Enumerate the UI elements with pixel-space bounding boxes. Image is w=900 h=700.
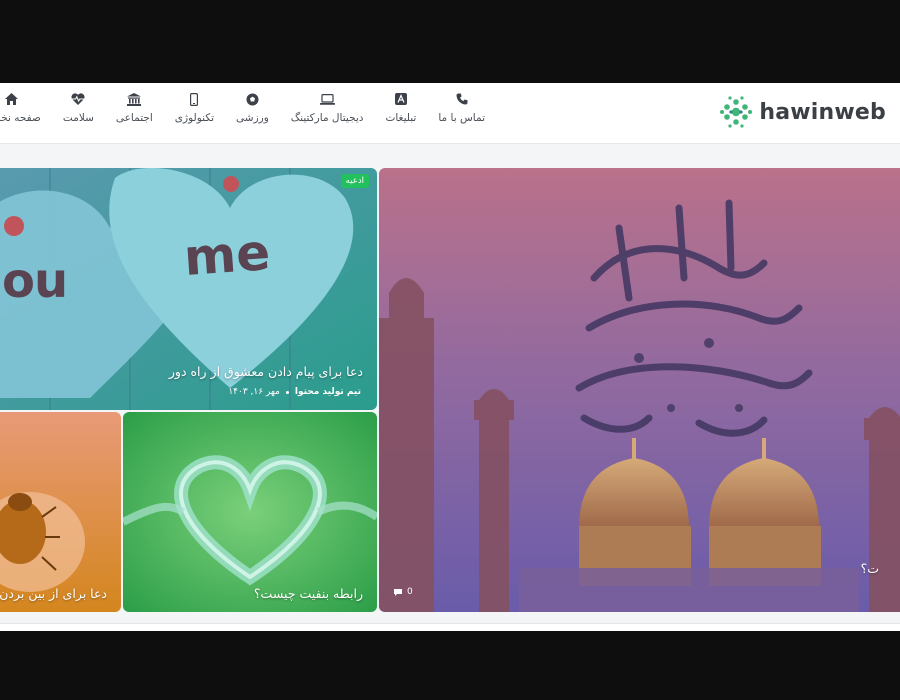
page: hawinweb صفحه نخست سلامت اجتماعی <box>0 83 900 631</box>
logo-dots-icon <box>720 96 753 128</box>
main-nav: صفحه نخست سلامت اجتماعی تکنولوژی <box>0 91 496 135</box>
nav-item-health[interactable]: سلامت <box>52 91 105 124</box>
featured-post-title[interactable]: ت؟ <box>861 561 879 576</box>
nav-item-sports[interactable]: ورزشی <box>225 91 280 124</box>
post-date: مهر ۱۶, ۱۴۰۳ <box>228 387 280 397</box>
featured-post-card[interactable]: ت؟ 0 <box>379 168 900 612</box>
nav-item-home[interactable]: صفحه نخست <box>0 91 52 124</box>
site-header: hawinweb صفحه نخست سلامت اجتماعی <box>0 83 900 144</box>
water-heart-image <box>123 412 377 612</box>
ad-icon <box>394 91 407 107</box>
bottom-left-post-title[interactable]: دعا برای از بین بردن سا <box>0 586 107 601</box>
institution-icon <box>127 91 142 107</box>
nav-label: اجتماعی <box>115 112 153 124</box>
football-icon <box>246 91 259 107</box>
logo-text: hawinweb <box>759 99 886 125</box>
content-bottom-strip <box>0 623 900 631</box>
nav-item-ads[interactable]: تبلیغات <box>374 91 427 124</box>
nav-label: تبلیغات <box>385 112 417 124</box>
heartbeat-icon <box>71 91 85 107</box>
heart-left-text: ou <box>2 253 68 309</box>
nav-label: صفحه نخست <box>0 112 41 124</box>
top-post-card[interactable]: ou me ادعیه دعا برای پیام دادن معشوق از … <box>0 168 377 410</box>
nav-label: دیجیتال مارکتینگ <box>290 112 364 124</box>
laptop-icon <box>319 91 335 107</box>
site-logo[interactable]: hawinweb <box>719 95 886 129</box>
bottom-left-post-card[interactable]: دعا برای از بین بردن سا <box>0 412 121 612</box>
meta-separator <box>285 390 289 394</box>
comments-icon <box>394 588 402 596</box>
nav-item-digital-marketing[interactable]: دیجیتال مارکتینگ <box>280 91 375 124</box>
category-badge[interactable]: ادعیه <box>340 174 369 188</box>
bedbug-image <box>0 412 121 612</box>
featured-post-comments[interactable]: 0 <box>393 587 413 597</box>
top-post-meta: تیم تولید محتوا مهر ۱۶, ۱۴۰۳ <box>228 387 361 397</box>
heart-right-text: me <box>182 223 272 287</box>
bottom-center-post-title[interactable]: رابطه بنفیت چیست؟ <box>254 586 363 601</box>
mobile-icon <box>190 91 199 107</box>
nav-item-social[interactable]: اجتماعی <box>105 91 164 124</box>
nav-item-technology[interactable]: تکنولوژی <box>164 91 225 124</box>
nav-label: تکنولوژی <box>174 112 215 124</box>
nav-label: سلامت <box>62 112 94 124</box>
nav-label: تماس با ما <box>438 112 485 124</box>
bottom-center-post-card[interactable]: رابطه بنفیت چیست؟ <box>123 412 377 612</box>
home-icon <box>4 91 18 107</box>
phone-icon <box>456 91 468 107</box>
post-author[interactable]: تیم تولید محتوا <box>295 387 361 397</box>
nav-item-contact[interactable]: تماس با ما <box>427 91 496 124</box>
shrine-calligraphy-image <box>379 168 900 612</box>
nav-label: ورزشی <box>236 112 269 124</box>
top-post-title[interactable]: دعا برای پیام دادن معشوق از راه دور <box>169 364 363 379</box>
comment-count: 0 <box>407 587 413 597</box>
